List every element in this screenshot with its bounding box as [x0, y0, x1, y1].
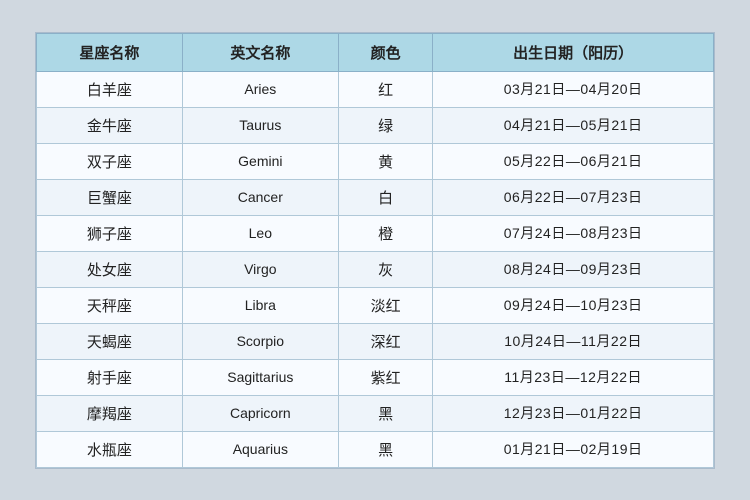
cell-chinese-name: 天秤座 — [37, 287, 183, 323]
header-birthdate: 出生日期（阳历） — [433, 33, 714, 71]
cell-english-name: Leo — [182, 215, 338, 251]
cell-color: 深红 — [338, 323, 432, 359]
cell-color: 灰 — [338, 251, 432, 287]
zodiac-table-container: 星座名称 英文名称 颜色 出生日期（阳历） 白羊座Aries红03月21日—04… — [35, 32, 715, 469]
cell-english-name: Capricorn — [182, 395, 338, 431]
cell-chinese-name: 水瓶座 — [37, 431, 183, 467]
cell-color: 黑 — [338, 431, 432, 467]
cell-english-name: Virgo — [182, 251, 338, 287]
table-row: 处女座Virgo灰08月24日—09月23日 — [37, 251, 714, 287]
header-chinese-name: 星座名称 — [37, 33, 183, 71]
cell-color: 橙 — [338, 215, 432, 251]
cell-english-name: Libra — [182, 287, 338, 323]
table-row: 白羊座Aries红03月21日—04月20日 — [37, 71, 714, 107]
table-row: 金牛座Taurus绿04月21日—05月21日 — [37, 107, 714, 143]
table-row: 射手座Sagittarius紫红11月23日—12月22日 — [37, 359, 714, 395]
cell-chinese-name: 巨蟹座 — [37, 179, 183, 215]
cell-chinese-name: 摩羯座 — [37, 395, 183, 431]
cell-color: 红 — [338, 71, 432, 107]
cell-birthdate: 05月22日—06月21日 — [433, 143, 714, 179]
cell-chinese-name: 天蝎座 — [37, 323, 183, 359]
table-row: 天蝎座Scorpio深红10月24日—11月22日 — [37, 323, 714, 359]
zodiac-table: 星座名称 英文名称 颜色 出生日期（阳历） 白羊座Aries红03月21日—04… — [36, 33, 714, 468]
table-body: 白羊座Aries红03月21日—04月20日金牛座Taurus绿04月21日—0… — [37, 71, 714, 467]
cell-chinese-name: 处女座 — [37, 251, 183, 287]
table-header-row: 星座名称 英文名称 颜色 出生日期（阳历） — [37, 33, 714, 71]
cell-english-name: Taurus — [182, 107, 338, 143]
cell-color: 绿 — [338, 107, 432, 143]
cell-birthdate: 10月24日—11月22日 — [433, 323, 714, 359]
cell-chinese-name: 射手座 — [37, 359, 183, 395]
cell-birthdate: 04月21日—05月21日 — [433, 107, 714, 143]
table-row: 巨蟹座Cancer白06月22日—07月23日 — [37, 179, 714, 215]
cell-birthdate: 12月23日—01月22日 — [433, 395, 714, 431]
cell-color: 白 — [338, 179, 432, 215]
cell-birthdate: 06月22日—07月23日 — [433, 179, 714, 215]
cell-birthdate: 07月24日—08月23日 — [433, 215, 714, 251]
cell-chinese-name: 白羊座 — [37, 71, 183, 107]
cell-color: 淡红 — [338, 287, 432, 323]
cell-english-name: Cancer — [182, 179, 338, 215]
cell-chinese-name: 狮子座 — [37, 215, 183, 251]
cell-birthdate: 03月21日—04月20日 — [433, 71, 714, 107]
header-english-name: 英文名称 — [182, 33, 338, 71]
cell-birthdate: 09月24日—10月23日 — [433, 287, 714, 323]
cell-chinese-name: 金牛座 — [37, 107, 183, 143]
cell-birthdate: 01月21日—02月19日 — [433, 431, 714, 467]
table-row: 狮子座Leo橙07月24日—08月23日 — [37, 215, 714, 251]
table-row: 双子座Gemini黄05月22日—06月21日 — [37, 143, 714, 179]
table-row: 水瓶座Aquarius黑01月21日—02月19日 — [37, 431, 714, 467]
cell-english-name: Aquarius — [182, 431, 338, 467]
cell-chinese-name: 双子座 — [37, 143, 183, 179]
cell-english-name: Sagittarius — [182, 359, 338, 395]
header-color: 颜色 — [338, 33, 432, 71]
cell-color: 黄 — [338, 143, 432, 179]
cell-birthdate: 11月23日—12月22日 — [433, 359, 714, 395]
cell-color: 黑 — [338, 395, 432, 431]
cell-english-name: Gemini — [182, 143, 338, 179]
cell-color: 紫红 — [338, 359, 432, 395]
table-row: 摩羯座Capricorn黑12月23日—01月22日 — [37, 395, 714, 431]
table-row: 天秤座Libra淡红09月24日—10月23日 — [37, 287, 714, 323]
cell-birthdate: 08月24日—09月23日 — [433, 251, 714, 287]
cell-english-name: Aries — [182, 71, 338, 107]
cell-english-name: Scorpio — [182, 323, 338, 359]
